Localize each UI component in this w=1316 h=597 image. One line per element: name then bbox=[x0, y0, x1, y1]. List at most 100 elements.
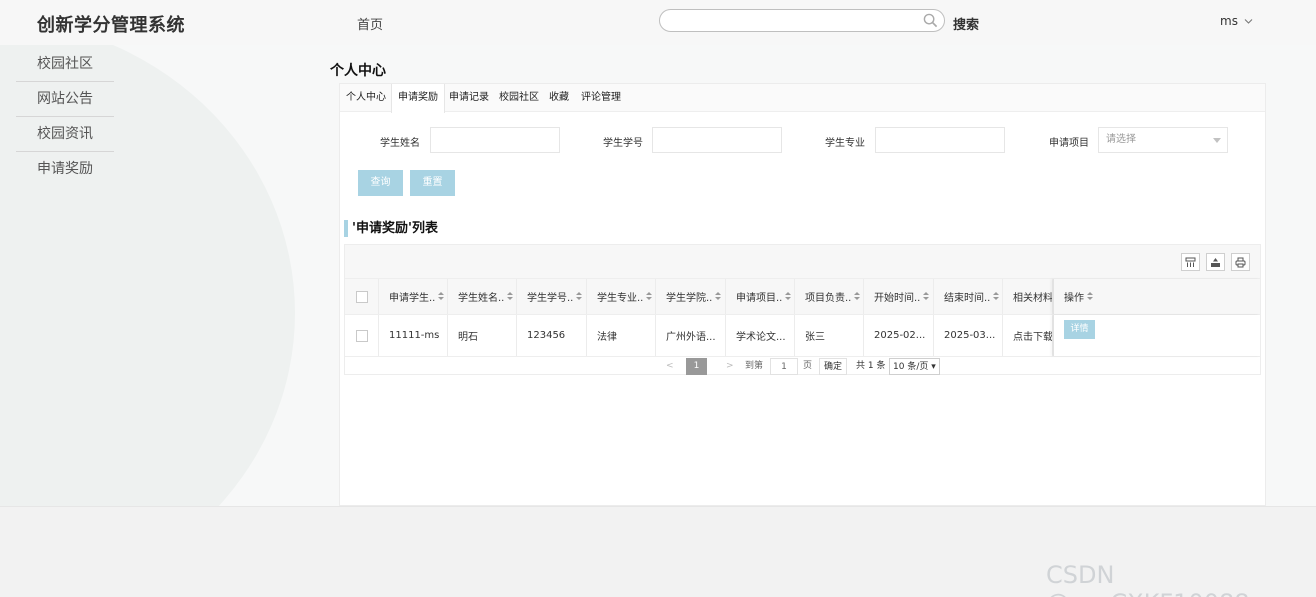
total-count: 共 1 条 bbox=[856, 361, 886, 371]
tab-apply-reward[interactable]: 申请奖励 bbox=[391, 84, 445, 113]
row-select-cell bbox=[345, 315, 379, 356]
print-button[interactable] bbox=[1231, 253, 1250, 271]
page-unit-label: 页 bbox=[803, 361, 813, 371]
download-link[interactable]: 点击下载 bbox=[1003, 315, 1053, 356]
student-name-label: 学生姓名 bbox=[380, 138, 420, 149]
sidebar-item-campus-community[interactable]: 校园社区 bbox=[16, 47, 114, 82]
project-select-placeholder: 请选择 bbox=[1106, 134, 1136, 145]
major-label: 学生专业 bbox=[825, 138, 865, 149]
goto-confirm-button[interactable]: 确定 bbox=[819, 358, 848, 375]
search-icon[interactable] bbox=[923, 13, 938, 28]
sort-icon[interactable] bbox=[854, 292, 861, 301]
column-header-actions[interactable]: 操作 bbox=[1053, 279, 1260, 314]
goto-page-input[interactable]: 1 bbox=[770, 358, 798, 375]
tab-personal-center[interactable]: 个人中心 bbox=[340, 84, 392, 112]
column-header-label: 学生学院.. bbox=[666, 293, 713, 304]
table-cell: 张三 bbox=[795, 315, 864, 356]
page-size-select[interactable]: 10 条/页 ▾ bbox=[889, 358, 940, 375]
tab-apply-records[interactable]: 申请记录 bbox=[443, 84, 495, 112]
sort-icon[interactable] bbox=[576, 292, 583, 301]
row-checkbox[interactable] bbox=[356, 329, 368, 342]
columns-icon bbox=[1185, 257, 1196, 267]
project-label: 申请项目 bbox=[1049, 138, 1089, 149]
column-header[interactable]: 学生专业.. bbox=[587, 279, 656, 314]
table-toolbar bbox=[345, 245, 1260, 279]
content-panel: 个人中心 申请奖励 申请记录 校园社区 收藏 评论管理 学生姓名 学生学号 学生… bbox=[339, 83, 1266, 506]
sort-icon[interactable] bbox=[923, 292, 930, 301]
pagination: < 1 > 到第 1 页 确定 共 1 条 10 条/页 ▾ bbox=[345, 357, 1260, 375]
current-page[interactable]: 1 bbox=[686, 358, 707, 375]
table-cell: 明石 bbox=[448, 315, 517, 356]
table-cell: 123456 bbox=[517, 315, 587, 356]
student-name-input[interactable] bbox=[430, 127, 560, 153]
project-select[interactable]: 请选择 bbox=[1098, 127, 1228, 153]
column-header[interactable]: 学生学号.. bbox=[517, 279, 587, 314]
table-row[interactable]: 11111-ms 明石 123456 法律 广州外语... 学术论文... 张三… bbox=[345, 315, 1260, 357]
column-header[interactable]: 申请项目.. bbox=[726, 279, 795, 314]
export-button[interactable] bbox=[1206, 253, 1225, 271]
column-header-label: 开始时间.. bbox=[874, 293, 921, 304]
reset-button[interactable]: 重置 bbox=[410, 170, 455, 196]
tab-bar: 个人中心 申请奖励 申请记录 校园社区 收藏 评论管理 bbox=[340, 84, 1265, 113]
nav-home-link[interactable]: 首页 bbox=[357, 14, 383, 33]
tab-campus-community[interactable]: 校园社区 bbox=[493, 84, 545, 112]
select-all-cell bbox=[345, 279, 379, 314]
data-table: 申请学生.. 学生姓名.. 学生学号.. 学生专业.. 学生学院.. 申请项目.… bbox=[344, 244, 1261, 375]
sidebar: 校园社区 网站公告 校园资讯 申请奖励 bbox=[16, 47, 114, 187]
sort-icon[interactable] bbox=[993, 292, 1000, 301]
table-cell: 学术论文... bbox=[726, 315, 795, 356]
sort-icon[interactable] bbox=[438, 292, 445, 301]
column-header-label: 相关材料 bbox=[1013, 293, 1053, 304]
app-logo: 创新学分管理系统 bbox=[37, 15, 185, 36]
column-header[interactable]: 相关材料 bbox=[1003, 279, 1053, 314]
column-header-label: 项目负责.. bbox=[805, 293, 852, 304]
sidebar-item-apply-reward[interactable]: 申请奖励 bbox=[16, 152, 114, 187]
column-header[interactable]: 申请学生.. bbox=[379, 279, 448, 314]
table-cell: 广州外语... bbox=[656, 315, 726, 356]
prev-page-button[interactable]: < bbox=[666, 358, 674, 375]
table-cell: 2025-02... bbox=[864, 315, 934, 356]
column-header[interactable]: 开始时间.. bbox=[864, 279, 934, 314]
sidebar-item-announcements[interactable]: 网站公告 bbox=[16, 82, 114, 117]
top-navbar: 创新学分管理系统 首页 搜索 ms bbox=[0, 0, 1316, 45]
sort-icon[interactable] bbox=[507, 292, 514, 301]
select-all-checkbox[interactable] bbox=[356, 290, 368, 303]
column-header-label: 学生学号.. bbox=[527, 293, 574, 304]
column-header[interactable]: 结束时间.. bbox=[934, 279, 1003, 314]
column-header[interactable]: 学生学院.. bbox=[656, 279, 726, 314]
chevron-down-icon bbox=[1244, 19, 1253, 24]
page-title: 个人中心 bbox=[330, 63, 386, 79]
table-header: 申请学生.. 学生姓名.. 学生学号.. 学生专业.. 学生学院.. 申请项目.… bbox=[345, 279, 1260, 315]
search-button[interactable]: 搜索 bbox=[953, 14, 979, 33]
column-header-label: 申请学生.. bbox=[389, 293, 436, 304]
sort-icon[interactable] bbox=[646, 292, 653, 301]
main-content: 个人中心 个人中心 申请奖励 申请记录 校园社区 收藏 评论管理 学生姓名 学生… bbox=[320, 45, 1280, 506]
columns-filter-button[interactable] bbox=[1181, 253, 1200, 271]
page-size-value: 10 条/页 bbox=[893, 362, 929, 372]
goto-label: 到第 bbox=[745, 361, 764, 371]
export-icon bbox=[1211, 258, 1220, 267]
sort-icon[interactable] bbox=[715, 292, 722, 301]
search-input[interactable] bbox=[659, 9, 945, 32]
column-header[interactable]: 学生姓名.. bbox=[448, 279, 517, 314]
detail-button[interactable]: 详情 bbox=[1064, 320, 1095, 339]
user-menu[interactable]: ms bbox=[1220, 14, 1253, 28]
column-header-label: 学生姓名.. bbox=[458, 293, 505, 304]
sidebar-item-campus-news[interactable]: 校园资讯 bbox=[16, 117, 114, 152]
sort-icon[interactable] bbox=[785, 292, 792, 301]
column-header-label: 学生专业.. bbox=[597, 293, 644, 304]
next-page-button[interactable]: > bbox=[726, 358, 734, 375]
student-id-input[interactable] bbox=[652, 127, 782, 153]
sort-icon[interactable] bbox=[1087, 292, 1093, 301]
table-cell: 2025-03... bbox=[934, 315, 1003, 356]
tab-comment-management[interactable]: 评论管理 bbox=[575, 84, 627, 112]
column-header-label: 操作 bbox=[1064, 293, 1084, 304]
student-id-label: 学生学号 bbox=[603, 138, 643, 149]
column-header[interactable]: 项目负责.. bbox=[795, 279, 864, 314]
query-button[interactable]: 查询 bbox=[358, 170, 403, 196]
chevron-down-icon: ▾ bbox=[931, 362, 936, 372]
major-input[interactable] bbox=[875, 127, 1005, 153]
user-name: ms bbox=[1220, 14, 1238, 28]
list-title: '申请奖励'列表 bbox=[344, 220, 438, 237]
tab-favorites[interactable]: 收藏 bbox=[543, 84, 575, 112]
